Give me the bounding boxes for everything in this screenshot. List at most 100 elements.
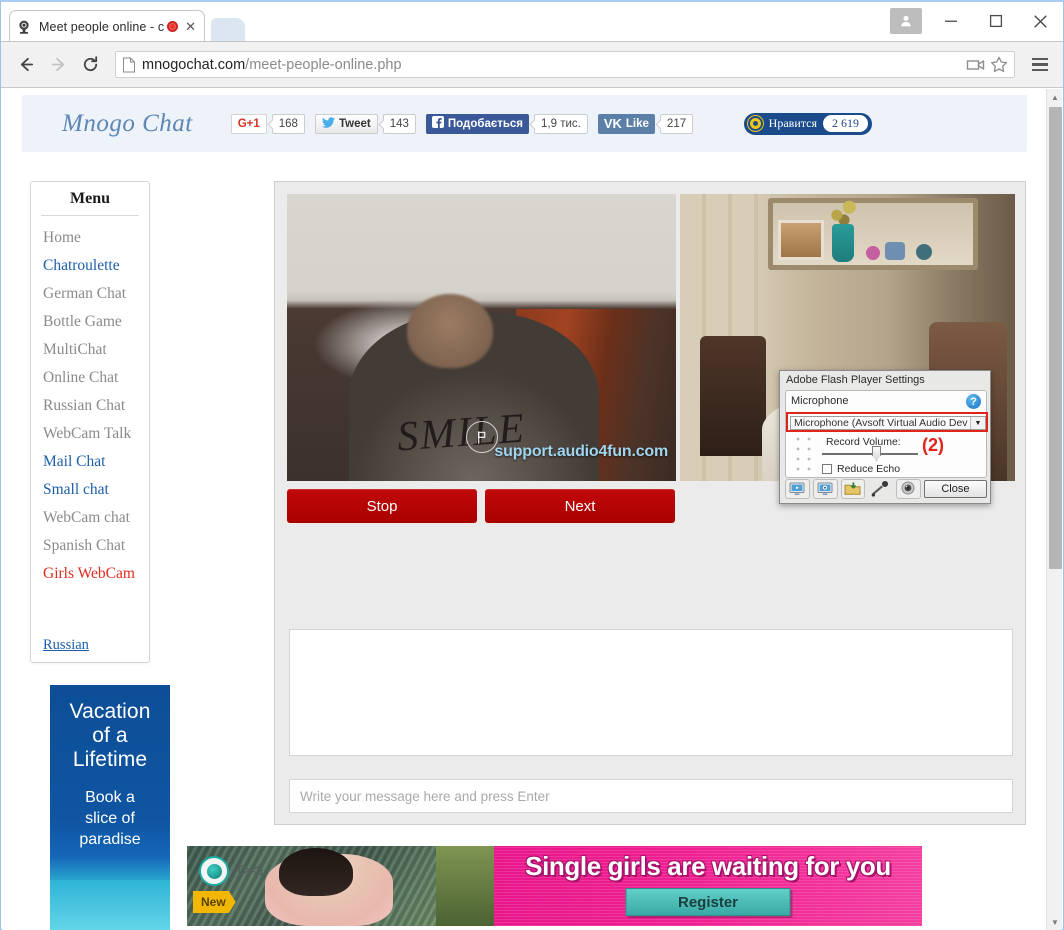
google-plus-count: 168 xyxy=(272,114,305,134)
sidebar-divider xyxy=(41,215,139,216)
minimize-button[interactable] xyxy=(928,6,973,36)
sidebar-item-online-chat[interactable]: Online Chat xyxy=(31,364,149,392)
chat-message-input[interactable]: Write your message here and press Enter xyxy=(289,779,1013,813)
volume-meter-ticks xyxy=(794,435,816,475)
tweet-button[interactable]: Tweet xyxy=(315,114,378,134)
vacation-ad-headline: Vacation of a Lifetime xyxy=(50,700,170,772)
dating-ad-copy: Single girls are waiting for you Registe… xyxy=(494,846,922,926)
sidebar-item-webcam-talk[interactable]: WebCam Talk xyxy=(31,420,149,448)
facebook-label: Подобається xyxy=(448,118,523,130)
remote-scene-object-3 xyxy=(916,244,932,260)
chat-message-log[interactable] xyxy=(289,629,1013,756)
reduce-echo-label: Reduce Echo xyxy=(837,463,900,475)
sidebar-title: Menu xyxy=(31,190,149,215)
vk-label: Like xyxy=(626,118,649,130)
sidebar-item-webcam-chat[interactable]: WebCam chat xyxy=(31,504,149,532)
microphone-select-highlight: Microphone (Avsoft Virtual Audio Dev ▼ xyxy=(786,412,988,432)
microphone-icon[interactable] xyxy=(868,479,893,499)
sidebar-item-multichat[interactable]: MultiChat xyxy=(31,336,149,364)
close-window-button[interactable] xyxy=(1018,6,1063,36)
back-icon[interactable] xyxy=(11,50,41,80)
scroll-up-icon[interactable]: ▲ xyxy=(1047,89,1063,105)
sidebar-item-russian-chat[interactable]: Russian Chat xyxy=(31,392,149,420)
dating-ad-photo: ▷◁ New xyxy=(187,846,494,926)
microphone-select[interactable]: Microphone (Avsoft Virtual Audio Dev ▼ xyxy=(790,416,986,430)
vk-like-button[interactable]: VK Like xyxy=(598,114,655,134)
browser-tab[interactable]: Meet people online - c ✕ xyxy=(9,10,205,42)
chevron-down-icon[interactable]: ▼ xyxy=(970,417,985,429)
vacation-headline-line-3: Lifetime xyxy=(50,748,170,772)
sidebar-item-german-chat[interactable]: German Chat xyxy=(31,280,149,308)
reduce-echo-checkbox[interactable] xyxy=(822,464,832,474)
local-video-feed[interactable]: SMILE support.audio4fun.com xyxy=(287,194,676,481)
close-icon[interactable]: ✕ xyxy=(183,20,198,33)
scrollbar-thumb[interactable] xyxy=(1049,107,1062,569)
monitor-display-icon[interactable] xyxy=(785,479,810,499)
vacation-ad-water-graphic xyxy=(50,880,170,930)
register-button[interactable]: Register xyxy=(626,888,791,916)
stop-button[interactable]: Stop xyxy=(287,489,477,523)
vacation-sub-line-2: slice of xyxy=(50,809,170,830)
tab-title: Meet people online - c xyxy=(39,20,165,34)
vk-logo-icon: VK xyxy=(604,116,622,131)
dating-ad-model-hair xyxy=(279,848,353,896)
facebook-like-button[interactable]: Подобається xyxy=(426,114,529,134)
star-icon[interactable] xyxy=(990,56,1008,73)
sidebar-item-chatroulette[interactable]: Chatroulette xyxy=(31,252,149,280)
folder-storage-icon[interactable] xyxy=(841,479,866,499)
sidebar-item-bottle-game[interactable]: Bottle Game xyxy=(31,308,149,336)
page-scrollbar[interactable]: ▲ ▼ xyxy=(1046,89,1062,930)
new-tab-button[interactable] xyxy=(211,18,245,41)
google-plus-button[interactable]: G+1 xyxy=(231,114,267,134)
address-bar[interactable]: mnogochat.com/meet-people-online.php xyxy=(115,51,1015,78)
remote-scene-vase xyxy=(832,224,854,262)
person-icon[interactable] xyxy=(890,8,922,34)
facebook-count: 1,9 тис. xyxy=(534,114,588,134)
hamburger-menu-icon[interactable] xyxy=(1027,51,1053,79)
video-cast-icon[interactable] xyxy=(966,57,986,73)
remote-scene-object-2 xyxy=(885,242,905,260)
twitter-bird-icon xyxy=(322,117,335,131)
forward-icon[interactable] xyxy=(43,50,73,80)
chat-input-placeholder: Write your message here and press Enter xyxy=(300,789,550,804)
next-button[interactable]: Next xyxy=(485,489,675,523)
webcam-icon[interactable] xyxy=(896,479,921,499)
dating-ad-headline: Single girls are waiting for you xyxy=(494,851,922,882)
chat-action-buttons: Stop Next xyxy=(287,489,685,523)
reduce-echo-row[interactable]: Reduce Echo xyxy=(822,463,900,475)
url-text: mnogochat.com/meet-people-online.php xyxy=(142,57,962,73)
scroll-down-icon[interactable]: ▼ xyxy=(1047,914,1063,930)
mailru-like-badge[interactable]: Нравится 2 619 xyxy=(744,113,872,135)
flash-dialog-close-button[interactable]: Close xyxy=(924,480,987,498)
tweet-label: Tweet xyxy=(339,118,371,130)
vacation-sub-line-3: paradise xyxy=(50,830,170,851)
sidebar-item-spanish-chat[interactable]: Spanish Chat xyxy=(31,532,149,560)
help-question-icon[interactable]: ? xyxy=(966,394,981,409)
vacation-headline-line-1: Vacation xyxy=(50,700,170,724)
sidebar-item-girls-webcam[interactable]: Girls WebCam xyxy=(31,560,149,588)
webcam-icon xyxy=(16,19,32,35)
mailru-label: Нравится xyxy=(769,116,817,131)
sidebar-item-home[interactable]: Home xyxy=(31,224,149,252)
remote-scene-picture-frame xyxy=(778,220,824,260)
m-letter-icon: ▷◁ xyxy=(239,860,262,878)
monitor-privacy-icon[interactable] xyxy=(813,479,838,499)
dating-ad-banner[interactable]: ▷◁ New Single girls are waiting for you … xyxy=(187,846,922,926)
site-logo[interactable]: Mnogo Chat xyxy=(62,110,193,138)
video-watermark: support.audio4fun.com xyxy=(494,443,668,461)
tweet-count: 143 xyxy=(383,114,416,134)
page-viewport: Mnogo Chat G+1 168 Tweet 143 xyxy=(2,89,1048,930)
sidebar-item-small-chat[interactable]: Small chat xyxy=(31,476,149,504)
local-scene-head xyxy=(407,294,493,368)
vacation-ad-banner[interactable]: Vacation of a Lifetime Book a slice of p… xyxy=(50,685,170,930)
record-volume-slider-thumb[interactable] xyxy=(872,446,881,461)
maximize-button[interactable] xyxy=(973,6,1018,36)
reload-icon[interactable] xyxy=(75,50,105,80)
sidebar-item-mail-chat[interactable]: Mail Chat xyxy=(31,448,149,476)
flash-player-settings-dialog[interactable]: Adobe Flash Player Settings Microphone ?… xyxy=(779,370,991,504)
record-volume-slider-track[interactable] xyxy=(822,453,918,455)
social-share-row: G+1 168 Tweet 143 xyxy=(231,114,693,134)
sidebar-language-link[interactable]: Russian xyxy=(43,637,89,654)
flag-report-icon[interactable] xyxy=(466,421,498,453)
microphone-select-value: Microphone (Avsoft Virtual Audio Dev xyxy=(791,417,970,429)
